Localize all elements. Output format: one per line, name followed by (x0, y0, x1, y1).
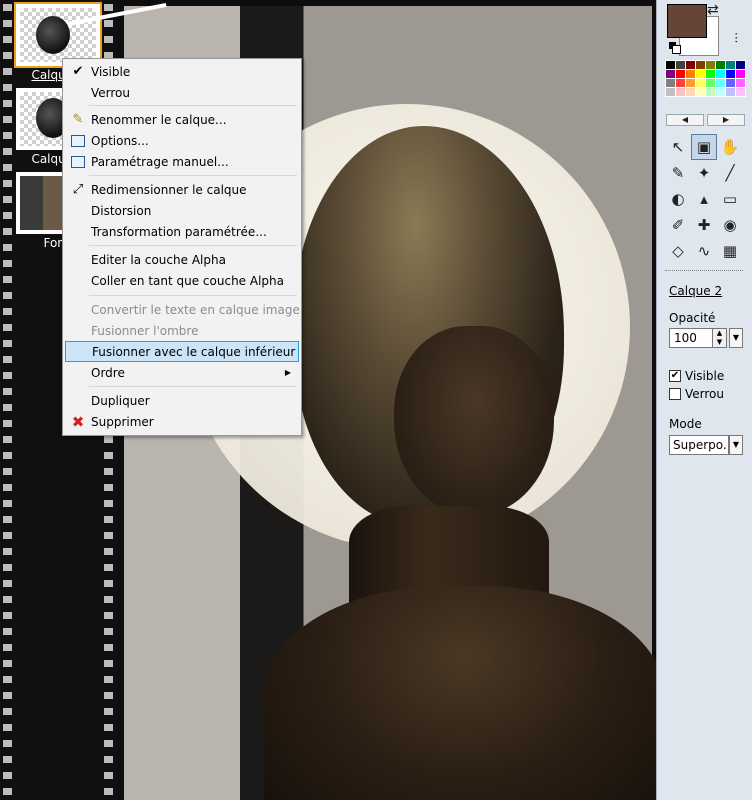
menu-item-label: Supprimer (91, 414, 154, 429)
menu-item-label: Ordre (91, 365, 125, 380)
menu-icon-placeholder (67, 300, 89, 320)
pointer-icon[interactable]: ↖ (665, 134, 691, 160)
tool-grid: ↖ ▣ ✋ ✎ ✦ ╱ ◐ ▴ ▭ ✐ ✚ ◉ ◇ ∿ ▦ (665, 134, 743, 264)
manual-settings-icon (67, 152, 89, 172)
resize-icon: ⤢ (72, 182, 84, 197)
layer-context-menu: ✔ Visible Verrou ✎ Renommer le calque...… (62, 58, 302, 436)
smudge-icon[interactable]: ∿ (691, 238, 717, 264)
menu-icon-placeholder (68, 342, 90, 362)
layer-content-preview (36, 16, 70, 54)
water-drop-icon[interactable]: ◇ (665, 238, 691, 264)
menu-item-merge-shadow: Fusionner l'ombre (65, 320, 299, 341)
menu-item-options[interactable]: Options... (65, 130, 299, 151)
eyedropper-icon[interactable]: ✎ (665, 160, 691, 186)
opacity-label: Opacité (669, 311, 716, 325)
rename-icon: ✎ (72, 112, 84, 127)
more-colors-icon[interactable]: ··· (729, 32, 743, 43)
menu-item-parametric-transform[interactable]: Transformation paramétrée... (65, 221, 299, 242)
menu-separator (89, 105, 297, 106)
visible-checkbox[interactable]: ✔ (669, 370, 681, 382)
layer-name-link[interactable]: Calque 2 (669, 284, 722, 298)
menu-item-lock[interactable]: Verrou (65, 82, 299, 103)
menu-item-label: Visible (91, 64, 131, 79)
color-palette (665, 60, 746, 97)
menu-item-label: Fusionner l'ombre (91, 323, 199, 338)
brush-icon[interactable]: ✐ (665, 212, 691, 238)
menu-item-rename-layer[interactable]: ✎ Renommer le calque... (65, 109, 299, 130)
checkmark-icon: ✔ (72, 64, 84, 79)
menu-item-edit-alpha[interactable]: Editer la couche Alpha (65, 249, 299, 270)
opacity-spinner[interactable]: ▲ ▼ (713, 328, 727, 348)
spray-icon[interactable]: ▴ (691, 186, 717, 212)
menu-icon-placeholder (67, 250, 89, 270)
filmstrip-perforation-left (3, 0, 12, 800)
tool-panel: ⇄ ··· ◀ ▶ ↖ ▣ ✋ ✎ ✦ ╱ ◐ ▴ ▭ ✐ ✚ ◉ ◇ ∿ ▦ Calque 2 Opaci… (656, 0, 752, 800)
menu-item-distortion[interactable]: Distorsion (65, 200, 299, 221)
sculpture-bust (264, 586, 656, 800)
stamp-icon[interactable]: ◉ (717, 212, 743, 238)
menu-item-label: Editer la couche Alpha (91, 252, 226, 267)
palette-prev-button[interactable]: ◀ (666, 114, 704, 126)
line-icon[interactable]: ╱ (717, 160, 743, 186)
menu-item-manual-settings[interactable]: Paramétrage manuel... (65, 151, 299, 172)
eraser-icon[interactable]: ▭ (717, 186, 743, 212)
palette-next-button[interactable]: ▶ (707, 114, 745, 126)
clone-brush-icon[interactable]: ✚ (691, 212, 717, 238)
layer-thumbnail-calque-2[interactable] (14, 2, 102, 68)
reset-colors-icon[interactable] (669, 42, 681, 54)
menu-icon-placeholder (67, 271, 89, 291)
blend-mode-select[interactable]: Superpo... (669, 435, 729, 455)
submenu-arrow-icon: ▶ (284, 368, 291, 377)
menu-item-merge-down[interactable]: Fusionner avec le calque inférieur (65, 341, 299, 362)
lock-checkbox[interactable] (669, 388, 681, 400)
menu-separator (89, 245, 297, 246)
menu-item-label: Convertir le texte en calque image (91, 302, 300, 317)
menu-icon-placeholder (67, 222, 89, 242)
mode-label: Mode (669, 417, 702, 431)
menu-item-delete[interactable]: ✖ Supprimer (65, 411, 299, 432)
menu-separator (89, 175, 297, 176)
visible-label: Visible (685, 369, 725, 383)
menu-item-label: Verrou (91, 85, 130, 100)
menu-item-visible[interactable]: ✔ Visible (65, 61, 299, 82)
menu-item-label: Dupliquer (91, 393, 150, 408)
menu-item-label: Fusionner avec le calque inférieur (92, 344, 296, 359)
menu-item-label: Transformation paramétrée... (91, 224, 267, 239)
menu-item-order[interactable]: Ordre ▶ (65, 362, 299, 383)
menu-item-paste-as-alpha[interactable]: Coller en tant que couche Alpha (65, 270, 299, 291)
delete-x-icon: ✖ (71, 412, 85, 431)
swap-colors-icon[interactable]: ⇄ (707, 2, 719, 18)
menu-icon-placeholder (67, 391, 89, 411)
menu-separator (89, 386, 297, 387)
portrait-icon[interactable]: ▦ (717, 238, 743, 264)
menu-item-label: Redimensionner le calque (91, 182, 247, 197)
divider (665, 270, 743, 271)
opacity-dropdown-button[interactable]: ▼ (729, 328, 743, 348)
menu-icon-placeholder (67, 321, 89, 341)
blend-mode-dropdown-button[interactable]: ▼ (729, 435, 743, 455)
menu-item-duplicate[interactable]: Dupliquer (65, 390, 299, 411)
fill-bucket-icon[interactable]: ◐ (665, 186, 691, 212)
menu-separator (89, 295, 297, 296)
sculpture-face (394, 326, 554, 516)
menu-item-resize-layer[interactable]: ⤢ Redimensionner le calque (65, 179, 299, 200)
menu-item-label: Options... (91, 133, 149, 148)
magic-wand-icon[interactable]: ✦ (691, 160, 717, 186)
primary-color-swatch[interactable] (667, 4, 707, 38)
menu-item-label: Renommer le calque... (91, 112, 227, 127)
palette-swatch[interactable] (735, 87, 746, 97)
layer-move-icon[interactable]: ▣ (691, 134, 717, 160)
lock-label: Verrou (685, 387, 724, 401)
menu-icon-placeholder (67, 363, 89, 383)
menu-item-convert-text: Convertir le texte en calque image (65, 299, 300, 320)
hand-icon[interactable]: ✋ (717, 134, 743, 160)
menu-item-label: Paramétrage manuel... (91, 154, 229, 169)
menu-icon-placeholder (67, 83, 89, 103)
menu-item-label: Distorsion (91, 203, 152, 218)
opacity-input[interactable]: 100 (669, 328, 713, 348)
options-icon (67, 131, 89, 151)
menu-item-label: Coller en tant que couche Alpha (91, 273, 284, 288)
menu-icon-placeholder (67, 201, 89, 221)
